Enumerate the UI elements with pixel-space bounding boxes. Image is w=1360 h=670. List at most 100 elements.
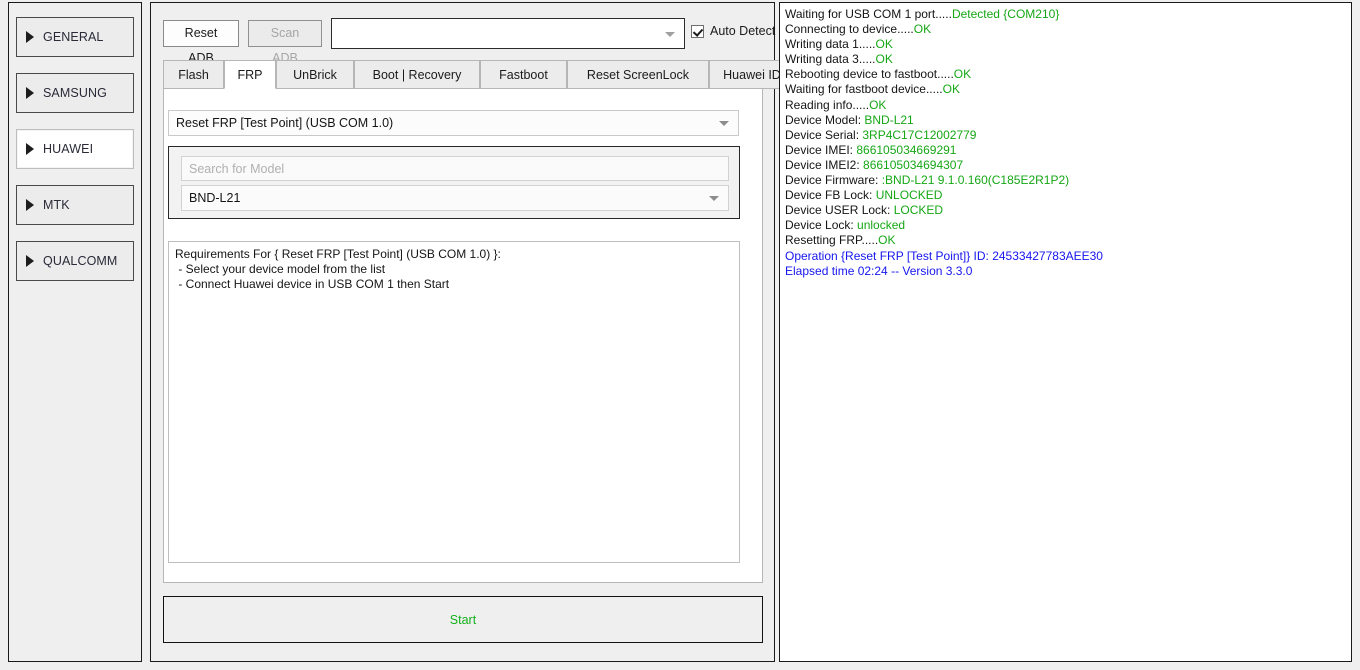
sidebar: GENERAL SAMSUNG HUAWEI MTK QUALCOMM — [8, 2, 142, 662]
log-line-value: OK — [869, 97, 887, 112]
model-search-input[interactable] — [181, 156, 729, 181]
log-line-value: UNLOCKED — [875, 188, 943, 203]
log-line-label: Connecting to device..... — [785, 22, 914, 37]
sidebar-item-label: HUAWEI — [43, 142, 94, 156]
log-line-value: 3RP4C17C12002779 — [862, 127, 977, 142]
log-line-value: unlocked — [857, 218, 906, 233]
auto-detect-checkbox[interactable]: Auto Detect — [691, 24, 775, 38]
operation-select[interactable]: Reset FRP [Test Point] (USB COM 1.0) — [168, 110, 739, 136]
log-line: Rebooting device to fastboot.....OK — [785, 67, 1346, 82]
model-selection-group: BND-L21 — [168, 146, 740, 219]
tab-label: FRP — [237, 67, 263, 82]
tab-label: Reset ScreenLock — [586, 67, 690, 82]
log-line-value: OK — [953, 67, 972, 82]
operation-select-value: Reset FRP [Test Point] (USB COM 1.0) — [176, 116, 394, 130]
chevron-down-icon — [665, 31, 675, 37]
log-line-label: Elapsed time 02:24 -- Version 3.3.0 — [785, 263, 973, 278]
log-line-label: Resetting FRP..... — [785, 233, 879, 248]
requirement-line: - Connect Huawei device in USB COM 1 the… — [175, 277, 450, 291]
log-line-label: Waiting for USB COM 1 port..... — [785, 7, 952, 21]
tab-unbrick[interactable]: UnBrick — [276, 60, 354, 89]
log-line-label: Reading info..... — [785, 97, 870, 112]
log-line: Device FB Lock: UNLOCKED — [785, 188, 1346, 203]
sidebar-item-samsung[interactable]: SAMSUNG — [16, 73, 134, 113]
triangle-right-icon — [26, 199, 34, 211]
log-line-value: OK — [878, 233, 896, 248]
adb-toolbar: Reset ADB Scan ADB Auto Detect — [163, 17, 775, 65]
model-select[interactable]: BND-L21 — [181, 185, 729, 211]
sidebar-item-label: QUALCOMM — [43, 254, 118, 268]
sidebar-item-huawei[interactable]: HUAWEI — [16, 129, 134, 169]
log-line-label: Device Lock: — [785, 218, 858, 233]
log-line-label: Rebooting device to fastboot..... — [785, 67, 954, 82]
sidebar-item-label: GENERAL — [43, 30, 104, 44]
log-line-label: Writing data 3..... — [785, 52, 876, 67]
log-line: Device Firmware: :BND-L21 9.1.0.160(C185… — [785, 173, 1346, 188]
log-line-label: Device FB Lock: — [785, 188, 876, 203]
log-line: Waiting for fastboot device.....OK — [785, 82, 1346, 97]
start-button-label: Start — [449, 612, 477, 627]
triangle-right-icon — [26, 87, 34, 99]
log-line-value: BND-L21 — [864, 112, 914, 127]
tab-label: Fastboot — [499, 67, 548, 82]
log-line: Device IMEI: 866105034669291 — [785, 143, 1346, 158]
requirement-line: - Select your device model from the list — [175, 262, 386, 276]
log-line-label: Device Firmware: — [785, 173, 882, 188]
sidebar-item-general[interactable]: GENERAL — [16, 17, 134, 57]
tab-boot-recovery[interactable]: Boot | Recovery — [354, 60, 480, 89]
log-line-value: Detected {COM210} — [951, 7, 1060, 21]
tab-reset-screenlock[interactable]: Reset ScreenLock — [567, 60, 709, 89]
log-line: Writing data 1.....OK — [785, 37, 1346, 52]
log-line-value: OK — [942, 82, 960, 97]
log-line: Device USER Lock: LOCKED — [785, 203, 1346, 218]
log-line-value: 866105034694307 — [863, 157, 964, 172]
tab-frp[interactable]: FRP — [224, 60, 276, 89]
sidebar-item-mtk[interactable]: MTK — [16, 185, 134, 225]
log-line-label: Operation {Reset FRP [Test Point]} ID: 2… — [785, 248, 1103, 263]
log-line: Device Lock: unlocked — [785, 218, 1346, 233]
log-line-value: OK — [875, 52, 893, 67]
log-line: Device IMEI2: 866105034694307 — [785, 158, 1346, 173]
triangle-right-icon — [26, 31, 34, 43]
com-port-select[interactable] — [331, 18, 685, 49]
log-line-label: Device IMEI: — [785, 142, 857, 157]
tab-bar: Flash FRP UnBrick Boot | Recovery Fastboot Re… — [163, 60, 795, 89]
log-line: Resetting FRP.....OK — [785, 233, 1346, 248]
tab-fastboot[interactable]: Fastboot — [480, 60, 567, 89]
log-line-label: Device Model: — [785, 112, 865, 127]
scan-adb-button[interactable]: Scan ADB — [248, 20, 322, 65]
log-line: Device Serial: 3RP4C17C12002779 — [785, 128, 1346, 143]
application-window: GENERAL SAMSUNG HUAWEI MTK QUALCOMM Reset AD… — [0, 0, 1360, 670]
log-line: Waiting for USB COM 1 port.....Detected … — [785, 7, 1346, 22]
tab-label: Flash — [178, 67, 209, 82]
log-line: Writing data 3.....OK — [785, 52, 1346, 67]
checkmark-icon — [691, 24, 704, 38]
start-button[interactable]: Start — [163, 596, 763, 643]
log-line: Elapsed time 02:24 -- Version 3.3.0 — [785, 264, 1346, 279]
chevron-down-icon — [709, 196, 719, 201]
requirements-textbox[interactable]: Requirements For { Reset FRP [Test Point… — [168, 241, 740, 563]
main-panel: Reset ADB Scan ADB Auto Detect Flash FRP U… — [150, 2, 795, 662]
tab-flash[interactable]: Flash — [163, 60, 224, 89]
log-line: Device Model: BND-L21 — [785, 113, 1346, 128]
log-line: Connecting to device.....OK — [785, 22, 1346, 37]
frp-tab-panel: Reset FRP [Test Point] (USB COM 1.0) BND… — [163, 88, 763, 583]
tab-label: Boot | Recovery — [372, 67, 462, 82]
log-line-value: 866105034669291 — [856, 142, 957, 157]
log-line-label: Device Serial: — [785, 127, 863, 142]
log-line-value: :BND-L21 9.1.0.160(C185E2R1P2) — [881, 173, 1070, 188]
auto-detect-label: Auto Detect — [710, 24, 776, 38]
log-line-label: Device USER Lock: — [785, 203, 894, 218]
log-line-label: Writing data 1..... — [785, 37, 876, 52]
triangle-right-icon — [26, 143, 34, 155]
reset-adb-button[interactable]: Reset ADB — [163, 20, 239, 65]
log-line-value: OK — [875, 37, 893, 52]
chevron-down-icon — [719, 121, 729, 126]
sidebar-item-label: SAMSUNG — [43, 86, 107, 100]
sidebar-item-qualcomm[interactable]: QUALCOMM — [16, 241, 134, 281]
requirement-line: Requirements For { Reset FRP [Test Point… — [175, 247, 501, 261]
triangle-right-icon — [26, 255, 34, 267]
log-output-panel[interactable]: Waiting for USB COM 1 port.....Detected … — [779, 2, 1352, 662]
log-line-value: LOCKED — [893, 203, 944, 218]
tab-label: Huawei ID — [723, 67, 781, 82]
